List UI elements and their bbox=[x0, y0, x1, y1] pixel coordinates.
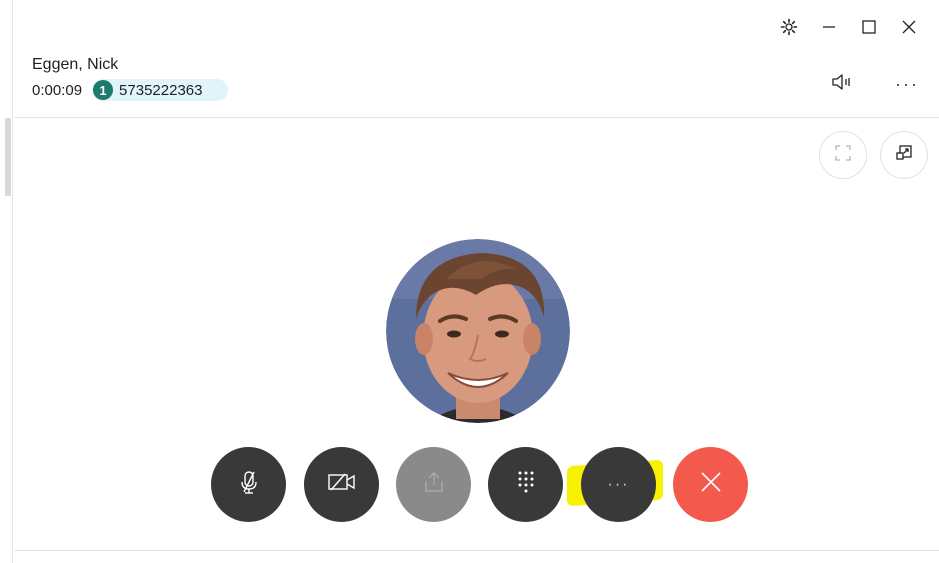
window-controls bbox=[769, 14, 929, 40]
hang-up-button[interactable] bbox=[673, 447, 748, 522]
caller-avatar bbox=[386, 239, 570, 423]
settings-button[interactable] bbox=[769, 14, 809, 40]
header-divider bbox=[14, 117, 939, 118]
phone-number: 5735222363 bbox=[119, 81, 203, 99]
camera-button[interactable] bbox=[304, 447, 379, 522]
call-timer: 0:00:09 bbox=[32, 81, 83, 99]
close-icon bbox=[902, 20, 916, 34]
call-controls: ··· bbox=[211, 447, 751, 523]
settings-icon bbox=[780, 18, 798, 36]
footer-divider bbox=[14, 550, 939, 551]
more-horizontal-icon: ··· bbox=[607, 475, 630, 493]
maximize-icon bbox=[862, 20, 876, 34]
minimize-icon bbox=[822, 20, 836, 34]
dialpad-icon bbox=[515, 469, 537, 500]
maximize-button[interactable] bbox=[849, 14, 889, 40]
mute-button[interactable] bbox=[211, 447, 286, 522]
speaker-icon bbox=[830, 72, 854, 97]
dialpad-button[interactable] bbox=[488, 447, 563, 522]
left-scroll-track bbox=[0, 0, 13, 563]
close-button[interactable] bbox=[889, 14, 929, 40]
scrollbar-thumb[interactable] bbox=[5, 118, 11, 196]
speaker-button[interactable] bbox=[826, 70, 858, 98]
microphone-off-icon bbox=[236, 469, 262, 500]
more-options-button[interactable]: ··· bbox=[891, 70, 923, 98]
minimize-button[interactable] bbox=[809, 14, 849, 40]
popout-button[interactable] bbox=[880, 131, 928, 179]
fullscreen-icon bbox=[834, 144, 852, 167]
call-info: 0:00:09 1 5735222363 bbox=[32, 79, 229, 101]
share-icon bbox=[421, 469, 447, 500]
phone-number-pill: 1 5735222363 bbox=[92, 79, 229, 101]
line-badge: 1 bbox=[93, 80, 114, 100]
video-off-icon bbox=[327, 471, 357, 498]
more-call-options-button[interactable]: ··· bbox=[581, 447, 656, 522]
fullscreen-button[interactable] bbox=[819, 131, 867, 179]
caller-name: Eggen, Nick bbox=[32, 56, 119, 73]
popout-icon bbox=[895, 144, 913, 167]
share-button[interactable] bbox=[396, 447, 471, 522]
close-icon bbox=[699, 470, 723, 499]
more-horizontal-icon: ··· bbox=[895, 73, 919, 94]
